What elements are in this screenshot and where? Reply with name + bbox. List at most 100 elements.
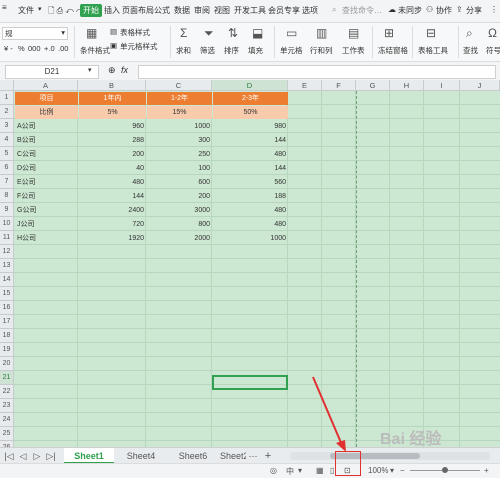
table-style-button[interactable]: 表格样式 <box>120 27 150 38</box>
share-button[interactable]: 分享 <box>466 5 482 16</box>
row-col-button[interactable]: 行和列 <box>310 45 333 56</box>
table-cell[interactable]: H公司 <box>15 232 78 245</box>
row-header[interactable]: 13 <box>0 259 14 273</box>
table-cell[interactable]: 2400 <box>79 204 146 217</box>
table-cell[interactable]: 144 <box>79 190 146 203</box>
app-menu-icon[interactable]: ≡ <box>2 3 7 12</box>
row-header[interactable]: 24 <box>0 413 14 427</box>
cell-d2[interactable]: 50% <box>213 106 288 119</box>
last-sheet-icon[interactable]: ▷| <box>46 448 56 464</box>
freeze-panes-button[interactable]: 冻结窗格 <box>378 45 408 56</box>
input-mode-icon[interactable]: 中 <box>286 466 294 477</box>
row-header[interactable]: 16 <box>0 301 14 315</box>
table-tools-icon[interactable]: ⊟ <box>426 26 436 40</box>
selected-cell-d21[interactable] <box>212 375 288 390</box>
horizontal-scrollbar[interactable] <box>290 452 490 460</box>
row-header[interactable]: 10 <box>0 217 14 231</box>
table-cell[interactable]: 144 <box>213 134 288 147</box>
menu-review[interactable]: 审阅 <box>194 5 210 16</box>
table-cell[interactable]: 480 <box>79 176 146 189</box>
name-box[interactable]: D21 <box>5 65 99 79</box>
row-header[interactable]: 12 <box>0 245 14 259</box>
row-header[interactable]: 14 <box>0 273 14 287</box>
row-header[interactable]: 19 <box>0 343 14 357</box>
row-header[interactable]: 5 <box>0 147 14 161</box>
sum-icon[interactable]: Σ <box>180 26 187 40</box>
symbol-icon[interactable]: Ω <box>488 26 497 40</box>
row-header[interactable]: 11 <box>0 231 14 245</box>
cell-b1[interactable]: 1年内 <box>79 92 146 105</box>
share-icon[interactable]: ⇪ <box>456 5 463 14</box>
first-sheet-icon[interactable]: |◁ <box>4 448 14 464</box>
cell-style-button[interactable]: 单元格样式 <box>120 41 158 52</box>
row-header[interactable]: 17 <box>0 315 14 329</box>
zoom-level[interactable]: 100% <box>368 466 388 475</box>
table-tools-button[interactable]: 表格工具 <box>418 45 448 56</box>
decrease-decimal-button[interactable]: .00 <box>58 44 68 53</box>
tab-sheet1[interactable]: Sheet1 <box>64 448 114 464</box>
table-cell[interactable]: 144 <box>213 162 288 175</box>
sum-button[interactable]: 求和 <box>176 45 191 56</box>
find-button[interactable]: 查找 <box>463 45 478 56</box>
table-cell[interactable]: D公司 <box>15 162 78 175</box>
table-cell[interactable]: 800 <box>147 218 212 231</box>
cell-icon[interactable]: ▭ <box>286 26 297 40</box>
chevron-down-icon[interactable]: ▾ <box>298 466 302 475</box>
worksheet-button[interactable]: 工作表 <box>342 45 365 56</box>
freeze-panes-icon[interactable]: ⊞ <box>384 26 394 40</box>
table-cell[interactable]: 1000 <box>213 232 288 245</box>
more-icon[interactable]: ⋮ <box>490 5 498 14</box>
cell-a1[interactable]: 项目 <box>15 92 78 105</box>
normal-view-icon[interactable]: ▦ <box>316 466 324 475</box>
row-header[interactable]: 7 <box>0 175 14 189</box>
table-cell[interactable]: 200 <box>79 148 146 161</box>
table-cell[interactable]: 720 <box>79 218 146 231</box>
table-cell[interactable]: 300 <box>147 134 212 147</box>
row-header[interactable]: 18 <box>0 329 14 343</box>
collab-button[interactable]: 协作 <box>436 5 452 16</box>
thousands-button[interactable]: 000 <box>28 44 41 53</box>
table-cell[interactable]: A公司 <box>15 120 78 133</box>
collab-icon[interactable]: ⚇ <box>426 5 433 14</box>
table-cell[interactable]: 188 <box>213 190 288 203</box>
table-cell[interactable]: 960 <box>79 120 146 133</box>
filter-button[interactable]: 筛选 <box>200 45 215 56</box>
table-cell[interactable]: 40 <box>79 162 146 175</box>
table-cell[interactable]: 250 <box>147 148 212 161</box>
menu-view[interactable]: 视图 <box>214 5 230 16</box>
row-header[interactable]: 1 <box>0 91 14 105</box>
row-header[interactable]: 23 <box>0 399 14 413</box>
spreadsheet-grid[interactable]: A B C D E F G H I J 1 2 3 4 5 6 7 8 9 10 11 12 13 14 1… <box>0 80 500 447</box>
menu-data[interactable]: 数据 <box>174 5 190 16</box>
conditional-format-icon[interactable]: ▦ <box>86 26 97 40</box>
add-sheet-button[interactable]: + <box>262 448 274 464</box>
table-cell[interactable]: C公司 <box>15 148 78 161</box>
menu-member[interactable]: 会员专享 <box>268 5 300 16</box>
zoom-in-button[interactable]: + <box>484 466 489 475</box>
menu-page-layout[interactable]: 页面布局 <box>122 5 154 16</box>
menu-developer[interactable]: 开发工具 <box>234 5 266 16</box>
table-style-icon[interactable]: ▤ <box>110 27 117 36</box>
row-header[interactable]: 8 <box>0 189 14 203</box>
row-header[interactable]: 2 <box>0 105 14 119</box>
cell-button[interactable]: 单元格 <box>280 45 303 56</box>
column-header-b[interactable]: B <box>78 80 146 91</box>
menu-home[interactable]: 开始 <box>80 4 102 17</box>
fill-icon[interactable]: ⬓ <box>252 26 263 40</box>
view-mode-icon[interactable]: ◎ <box>270 466 277 475</box>
row-header[interactable]: 9 <box>0 203 14 217</box>
cell-d1[interactable]: 2-3年 <box>213 92 288 105</box>
prev-sheet-icon[interactable]: ◁ <box>18 448 28 464</box>
table-cell[interactable]: 600 <box>147 176 212 189</box>
menu-options[interactable]: 选项 <box>302 5 318 16</box>
name-box-chevron-icon[interactable]: ▾ <box>88 66 92 74</box>
sort-icon[interactable]: ⇅ <box>228 26 238 40</box>
row-header[interactable]: 25 <box>0 427 14 441</box>
cell-style-icon[interactable]: ▣ <box>110 41 117 50</box>
select-all-corner[interactable] <box>0 80 14 91</box>
column-header-a[interactable]: A <box>14 80 78 91</box>
column-header-h[interactable]: H <box>390 80 424 91</box>
table-cell[interactable]: J公司 <box>15 218 78 231</box>
table-cell[interactable]: G公司 <box>15 204 78 217</box>
table-cell[interactable]: 200 <box>147 190 212 203</box>
